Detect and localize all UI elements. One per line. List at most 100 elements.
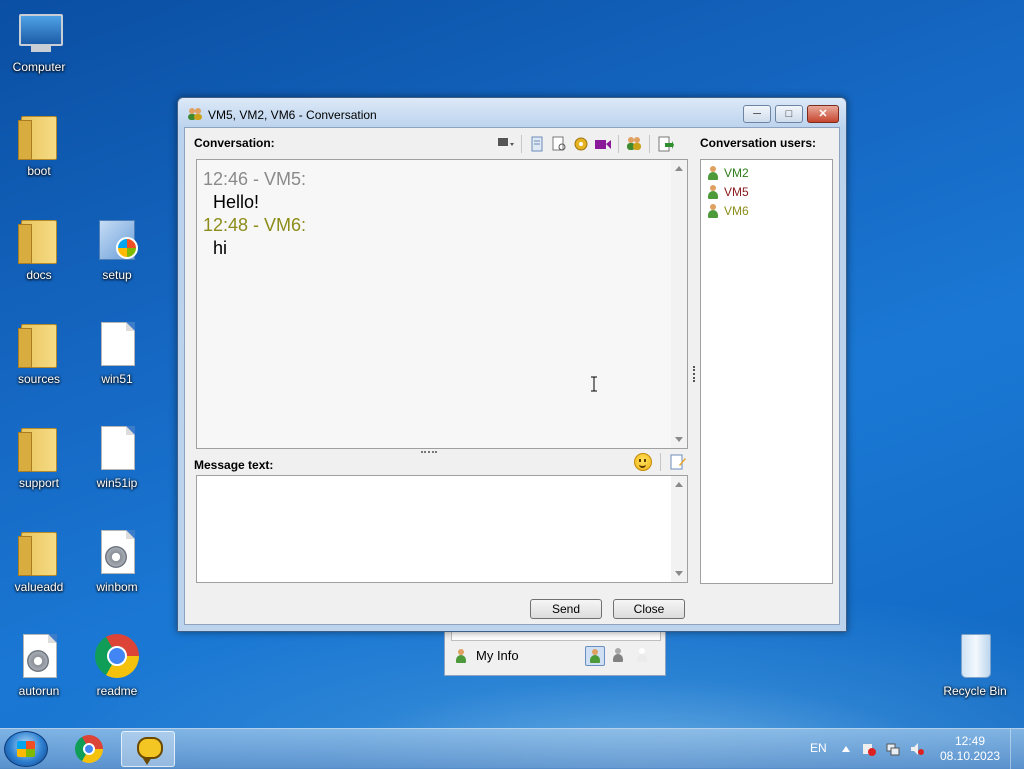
desktop-icon-label: Computer	[12, 60, 66, 74]
desktop-icon-autorun[interactable]: autorun	[2, 632, 76, 698]
start-button[interactable]	[4, 731, 48, 767]
file-icon	[93, 424, 141, 472]
screen-share-icon[interactable]	[497, 135, 515, 153]
conversation-toolbar	[497, 134, 674, 154]
desktop-icon-support[interactable]: support	[2, 424, 76, 490]
user-name: VM5	[724, 184, 749, 199]
desktop-icon-label: win51	[101, 372, 133, 386]
window-client: Conversation: Conversation users: 12:46 …	[184, 127, 840, 625]
video-icon[interactable]	[594, 135, 612, 153]
desktop-icon-valueadd[interactable]: valueadd	[2, 528, 76, 594]
users-icon	[188, 108, 202, 120]
maximize-button[interactable]: □	[775, 105, 803, 123]
desktop-icon-label: readme	[96, 684, 138, 698]
recycle-bin-icon	[951, 632, 999, 680]
status-offline-button[interactable]	[633, 646, 653, 666]
volume-muted-icon[interactable]	[910, 742, 924, 756]
settings-file-icon	[15, 632, 63, 680]
desktop-icon-recycle-bin[interactable]: Recycle Bin	[938, 632, 1012, 698]
user-name: VM6	[724, 203, 749, 218]
user-row-vm6[interactable]: VM6	[701, 201, 832, 220]
message-toolbar	[634, 453, 687, 471]
conversation-scrollbar[interactable]	[671, 160, 687, 448]
message-text: hi	[213, 238, 228, 258]
desktop-icon-win51ip[interactable]: win51ip	[80, 424, 154, 490]
desktop-icon-label: win51ip	[96, 476, 138, 490]
chrome-icon	[75, 735, 103, 763]
add-user-icon[interactable]	[625, 135, 643, 153]
message-text-label: Message text:	[194, 458, 274, 472]
desktop-icon-sources[interactable]: sources	[2, 320, 76, 386]
window-title: VM5, VM2, VM6 - Conversation	[208, 108, 377, 122]
text-cursor-icon	[591, 376, 597, 392]
desktop-icon-label: autorun	[18, 684, 60, 698]
user-icon	[707, 203, 719, 218]
close-button[interactable]: Close	[613, 599, 685, 619]
folder-icon	[15, 528, 63, 576]
conversation-label: Conversation:	[194, 136, 275, 150]
scroll-down-arrow-icon[interactable]	[675, 437, 683, 442]
folder-icon	[15, 112, 63, 160]
smiley-icon[interactable]	[634, 453, 652, 471]
taskbar-chat-button[interactable]	[121, 731, 175, 767]
horizontal-splitter[interactable]	[421, 451, 437, 457]
message-list: 12:46 - VM5: Hello! 12:48 - VM6: hi	[197, 168, 306, 260]
vertical-splitter[interactable]	[693, 366, 697, 382]
conversation-history[interactable]: 12:46 - VM5: Hello! 12:48 - VM6: hi	[196, 159, 688, 449]
user-icon	[455, 648, 467, 663]
settings-file-icon	[93, 528, 141, 576]
user-icon	[707, 184, 719, 199]
message-header: 12:46 - VM5:	[203, 169, 307, 189]
export-icon[interactable]	[656, 135, 674, 153]
desktop-icon-winbom[interactable]: winbom	[80, 528, 154, 594]
scroll-up-arrow-icon[interactable]	[675, 482, 683, 487]
contact-list-window: My Info	[444, 632, 666, 676]
user-icon	[707, 165, 719, 180]
desktop-icon-label: boot	[27, 164, 51, 178]
users-label: Conversation users:	[700, 136, 817, 150]
desktop-icon-win51[interactable]: win51	[80, 320, 154, 386]
show-hidden-icons-icon[interactable]	[842, 746, 850, 752]
my-info-button[interactable]: My Info	[455, 648, 519, 663]
send-button[interactable]: Send	[530, 599, 602, 619]
message-scrollbar[interactable]	[671, 476, 687, 582]
desktop-icon-label: docs	[26, 268, 52, 282]
network-icon[interactable]	[886, 742, 900, 756]
status-away-button[interactable]	[609, 646, 629, 666]
show-desktop-button[interactable]	[1010, 729, 1024, 769]
clock-date: 08.10.2023	[940, 749, 1001, 763]
action-center-icon[interactable]	[862, 742, 876, 756]
file-icon	[93, 320, 141, 368]
history-icon[interactable]	[528, 135, 546, 153]
my-info-label: My Info	[476, 648, 519, 663]
taskbar-chrome-button[interactable]	[60, 731, 114, 767]
scroll-up-arrow-icon[interactable]	[675, 166, 683, 171]
user-row-vm2[interactable]: VM2	[701, 163, 832, 182]
minimize-button[interactable]: ─	[743, 105, 771, 123]
scroll-down-arrow-icon[interactable]	[675, 571, 683, 576]
status-online-button[interactable]	[585, 646, 605, 666]
folder-icon	[15, 424, 63, 472]
desktop-icon-docs[interactable]: docs	[2, 216, 76, 282]
edit-note-icon[interactable]	[669, 453, 687, 471]
contact-list-tree[interactable]	[451, 632, 661, 641]
user-row-vm5[interactable]: VM5	[701, 182, 832, 201]
settings-icon[interactable]	[572, 135, 590, 153]
message-text: Hello!	[213, 192, 260, 212]
language-indicator[interactable]: EN	[810, 741, 827, 755]
setup-icon	[93, 216, 141, 264]
clock[interactable]: 12:49 08.10.2023	[940, 734, 1000, 764]
taskbar: EN 12:49 08.10.2023	[0, 728, 1024, 769]
desktop-icon-readme[interactable]: readme	[80, 632, 154, 698]
desktop-icon-computer[interactable]: Computer	[2, 8, 76, 74]
print-icon[interactable]	[550, 135, 568, 153]
close-window-button[interactable]: ✕	[807, 105, 839, 123]
desktop-icon-label: setup	[102, 268, 132, 282]
title-bar[interactable]: VM5, VM2, VM6 - Conversation ─ □ ✕	[178, 98, 846, 128]
message-input[interactable]	[196, 475, 688, 583]
desktop-icon-boot[interactable]: boot	[2, 112, 76, 178]
message-header: 12:48 - VM6:	[203, 215, 307, 235]
clock-time: 12:49	[954, 734, 986, 748]
conversation-window: VM5, VM2, VM6 - Conversation ─ □ ✕ Conve…	[177, 97, 847, 632]
desktop-icon-setup[interactable]: setup	[80, 216, 154, 282]
